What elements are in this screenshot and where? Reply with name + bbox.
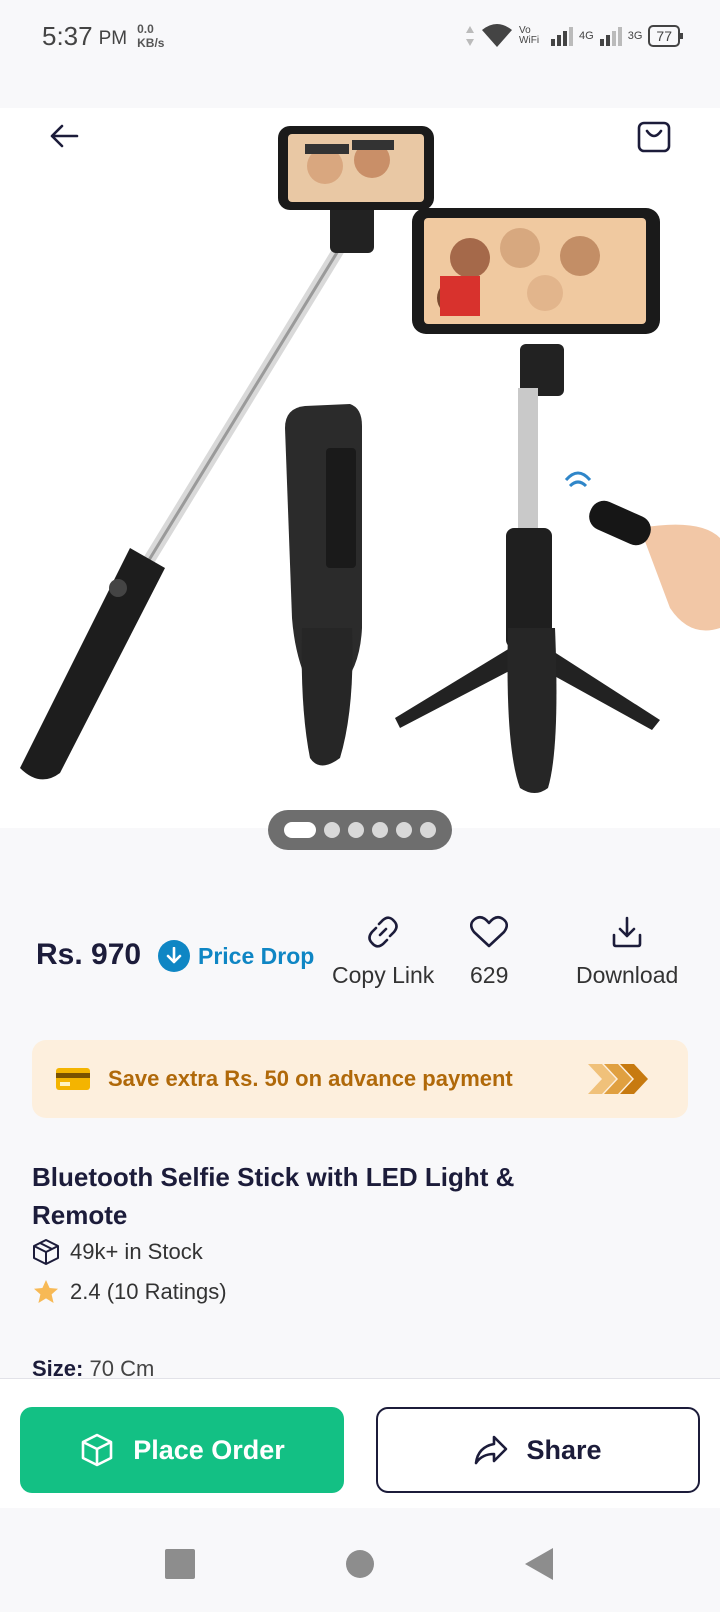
stock-info: 49k+ in Stock	[32, 1238, 203, 1266]
product-image-gallery[interactable]	[0, 108, 720, 828]
status-icons: Vo WiFi 4G 3G 77	[465, 24, 683, 48]
back-nav-button[interactable]	[520, 1544, 560, 1584]
data-arrows-icon	[466, 26, 475, 46]
heart-icon	[470, 912, 509, 952]
product-price: Rs. 970	[36, 938, 142, 971]
rating-info: 2.4 (10 Ratings)	[32, 1278, 227, 1306]
share-arrow-icon	[475, 1435, 508, 1465]
status-time: 5:37	[42, 20, 93, 51]
battery-indicator: 77	[648, 25, 683, 47]
rating-text: 2.4 (10 Ratings)	[70, 1279, 227, 1304]
pagination-dot[interactable]	[324, 822, 340, 838]
triangle-back-icon	[525, 1548, 553, 1580]
gallery-pagination	[268, 810, 452, 850]
pagination-dot[interactable]	[420, 822, 436, 838]
selfie-stick-extended	[20, 126, 434, 780]
share-button[interactable]: Share	[376, 1407, 700, 1493]
network-4g-label: 4G	[579, 30, 594, 42]
advance-payment-offer[interactable]: Save extra Rs. 50 on advance payment	[32, 1040, 688, 1118]
selfie-stick-tripod	[395, 208, 660, 793]
link-icon	[365, 912, 401, 952]
wishlist-button[interactable]: 629	[470, 912, 508, 989]
selfie-stick-folded	[285, 404, 362, 766]
copy-link-label: Copy Link	[332, 962, 435, 988]
chevron-right-icon	[588, 1064, 648, 1094]
box-icon	[33, 1239, 59, 1265]
price-action-row: Rs. 970 Price Drop Copy Link 629 Downloa…	[36, 912, 686, 1022]
network-speed-value: 0.0	[137, 22, 154, 36]
arrow-left-icon	[50, 124, 79, 148]
cart-button[interactable]	[632, 114, 676, 158]
network-speed: 0.0 KB/s	[137, 22, 164, 50]
bottom-action-bar: Place Order Share	[0, 1378, 720, 1508]
status-bar: 5:37 PM 0.0 KB/s Vo WiFi 4G 3G 77	[0, 0, 720, 72]
pagination-dot[interactable]	[372, 822, 388, 838]
shopping-bag-icon	[637, 121, 671, 153]
wishlist-count: 629	[470, 962, 509, 988]
status-ampm: PM	[98, 28, 128, 49]
box-icon	[81, 1433, 113, 1467]
vowifi-label: Vo WiFi	[519, 25, 540, 46]
stock-text: 49k+ in Stock	[70, 1239, 203, 1264]
home-button[interactable]	[340, 1544, 380, 1584]
download-button[interactable]: Download	[576, 912, 678, 989]
offer-text: Save extra Rs. 50 on advance payment	[108, 1066, 513, 1091]
pagination-dot[interactable]	[348, 822, 364, 838]
product-image	[20, 126, 720, 793]
product-title: Bluetooth Selfie Stick with LED Light & …	[32, 1162, 515, 1230]
place-order-button[interactable]: Place Order	[20, 1407, 344, 1493]
share-label: Share	[526, 1434, 602, 1465]
recent-apps-button[interactable]	[160, 1544, 200, 1584]
download-icon	[610, 912, 644, 952]
wifi-icon	[482, 24, 513, 47]
star-icon	[34, 1280, 58, 1303]
download-label: Download	[576, 962, 679, 988]
signal-icon	[551, 27, 574, 46]
network-3g-label: 3G	[627, 30, 643, 42]
system-nav-bar	[0, 1508, 720, 1612]
network-speed-unit: KB/s	[137, 36, 165, 50]
back-button[interactable]	[42, 114, 86, 158]
place-order-label: Place Order	[133, 1434, 285, 1465]
square-icon	[165, 1549, 195, 1579]
remote-control	[564, 471, 720, 631]
arrow-down-circle-icon	[158, 940, 190, 972]
pagination-dot[interactable]	[396, 822, 412, 838]
price-drop-label: Price Drop	[198, 942, 315, 969]
copy-link-button[interactable]: Copy Link	[332, 912, 434, 989]
signal-icon	[599, 27, 622, 46]
price-drop-badge: Price Drop	[158, 940, 314, 972]
circle-icon	[346, 1550, 374, 1578]
credit-card-icon	[56, 1068, 90, 1090]
pagination-dot[interactable]	[284, 822, 316, 838]
